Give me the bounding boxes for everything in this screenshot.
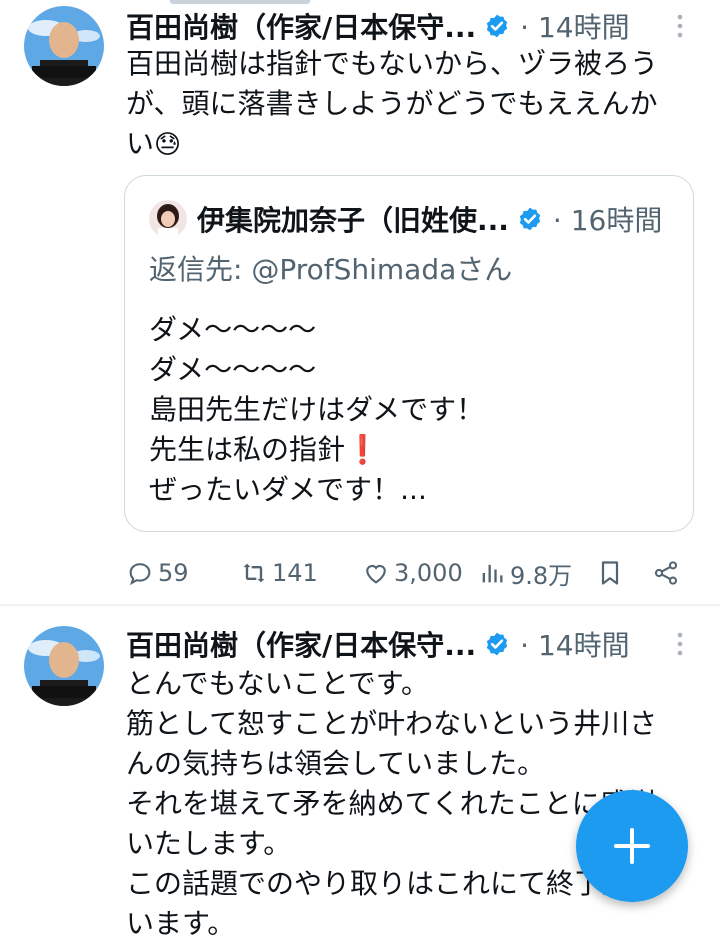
verified-icon [486, 14, 508, 38]
tweet-time[interactable]: · 14時間 [520, 6, 629, 46]
tweet-text: 百田尚樹は指針でもないから、ヅラ被ろう が、頭に落書きしようがどうでもええんか … [126, 47, 659, 160]
exclamation-emoji: ❗ [345, 433, 380, 466]
reply-icon [129, 563, 151, 586]
like-button[interactable]: 3,000 [362, 551, 463, 595]
bookmark-icon [601, 561, 619, 585]
quoted-tweet[interactable]: 伊集院加奈子（旧姓使... · 16時間 返信先: @ProfShimadaさん… [124, 175, 694, 532]
more-icon[interactable] [670, 12, 690, 46]
reply-to-label[interactable]: 返信先: @ProfShimadaさん [149, 248, 512, 288]
compose-plus-icon [614, 828, 650, 864]
tweet-header: 百田尚樹（作家/日本保守... · 14時間 [126, 6, 630, 46]
quoted-author[interactable]: 伊集院加奈子（旧姓使... [197, 199, 509, 239]
quoted-header: 伊集院加奈子（旧姓使... · 16時間 [197, 198, 662, 240]
share-button[interactable] [652, 551, 684, 595]
like-icon [366, 564, 386, 584]
views-button[interactable]: 9.8万 [478, 551, 572, 595]
avatar[interactable] [24, 6, 104, 86]
avatar[interactable] [24, 626, 104, 706]
bookmark-button[interactable] [596, 551, 628, 595]
verified-icon [486, 632, 508, 656]
action-bar: 59 141 3,000 9.8万 [0, 551, 720, 595]
retweet-icon [243, 563, 265, 583]
author-name[interactable]: 百田尚樹（作家/日本保守... [126, 624, 476, 664]
author-name[interactable]: 百田尚樹（作家/日本保守... [126, 6, 476, 46]
tweet-time[interactable]: · 14時間 [520, 624, 629, 664]
compose-button[interactable] [576, 790, 688, 902]
tweet-header: 百田尚樹（作家/日本保守... · 14時間 [126, 624, 630, 664]
more-icon[interactable] [670, 630, 690, 664]
views-icon [482, 564, 503, 583]
verified-icon [519, 207, 541, 231]
reply-button[interactable]: 59 [126, 551, 189, 595]
retweet-button[interactable]: 141 [240, 551, 318, 595]
emoji: 😓 [154, 130, 182, 160]
quoted-avatar[interactable] [149, 200, 187, 238]
quoted-text: ダメ〜〜〜〜 ダメ〜〜〜〜 島田先生だけはダメです！ 先生は私の指針❗ ぜったい… [149, 313, 485, 506]
share-icon [654, 561, 678, 585]
quoted-time: · 16時間 [552, 204, 663, 237]
tweet[interactable]: 百田尚樹（作家/日本保守... · 14時間 百田尚樹は指針でもないから、ヅラ被… [0, 0, 720, 604]
